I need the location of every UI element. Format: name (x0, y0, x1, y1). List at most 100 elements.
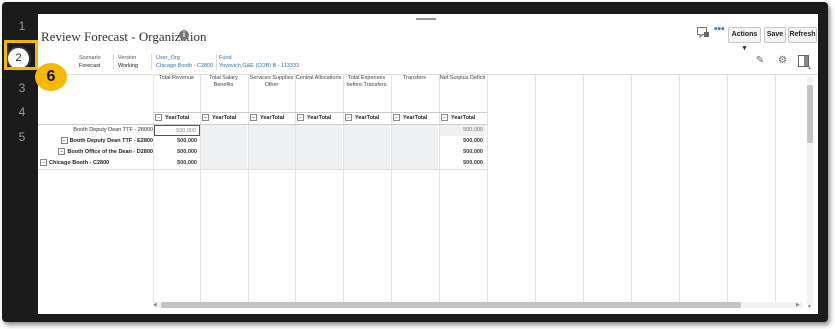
data-cell[interactable] (249, 158, 295, 169)
row-divider (38, 169, 487, 170)
data-cell[interactable] (201, 125, 247, 136)
row-label: − Booth Deputy Dean TTF - E2800 (60, 136, 153, 147)
horizontal-scrollbar[interactable] (153, 302, 803, 308)
data-cell-revenue[interactable]: 500,000 (154, 125, 200, 136)
save-button[interactable]: Save (764, 27, 786, 43)
period-header[interactable]: − YearTotal (393, 113, 427, 123)
step-4[interactable]: 4 (8, 105, 36, 119)
period-header[interactable]: − YearTotal (345, 113, 379, 123)
period-header[interactable]: − YearTotal (202, 113, 236, 123)
pov-fund-label: Fund (219, 55, 232, 61)
table-row: − Chicago Booth - C2800 500,000 500,000 (38, 158, 488, 169)
data-cell-net[interactable]: 500,000 (440, 136, 486, 147)
period-header[interactable]: − YearTotal (250, 113, 284, 123)
column-header-central-allocations[interactable]: Central Allocations (295, 75, 342, 82)
period-header[interactable]: − YearTotal (297, 113, 331, 123)
pov-fund[interactable]: Fund Yovovich,G&E (COB) B - 113333 (219, 54, 299, 70)
row-label: − Chicago Booth - C2800 (40, 158, 109, 169)
data-cell-revenue[interactable]: 500,000 (154, 158, 200, 169)
collapse-icon[interactable]: − (297, 114, 304, 122)
data-cell-net[interactable]: 500,000 (440, 125, 486, 136)
vertical-scrollbar[interactable] (807, 77, 813, 305)
step-1[interactable]: 1 (8, 19, 36, 33)
comment-icon[interactable] (697, 27, 709, 38)
collapse-icon[interactable]: − (393, 114, 400, 122)
edit-pencil-icon[interactable]: ✎ (756, 55, 764, 66)
period-header[interactable]: − YearTotal (155, 113, 189, 123)
data-cell[interactable] (201, 136, 247, 147)
data-cell[interactable] (392, 147, 438, 158)
data-cell[interactable] (344, 147, 390, 158)
horizontal-scroll-thumb[interactable] (161, 302, 741, 308)
scroll-left-arrow-icon[interactable]: ◀ (153, 302, 157, 308)
data-cell[interactable] (296, 147, 342, 158)
data-cell[interactable] (249, 125, 295, 136)
data-cell[interactable] (201, 158, 247, 169)
period-label: YearTotal (260, 115, 285, 121)
more-options-icon[interactable]: ••• (714, 24, 725, 35)
period-label: YearTotal (165, 115, 190, 121)
gear-icon[interactable]: ⚙ (778, 55, 787, 66)
column-header-services-supplies-other[interactable]: Services Supplies Other (248, 75, 295, 89)
collapse-icon[interactable]: − (202, 114, 209, 122)
step-5[interactable]: 5 (8, 130, 36, 144)
scroll-right-arrow-icon[interactable]: ▶ (796, 302, 800, 308)
row-label: − Booth Office of the Dean - D2800 (58, 147, 153, 158)
collapse-icon[interactable]: − (250, 114, 257, 122)
data-cell[interactable] (392, 125, 438, 136)
column-header-total-expenses[interactable]: Total Expenses before Transfers (343, 75, 390, 89)
pov-user-org[interactable]: User_Org Chicago Booth - C2800 (156, 54, 213, 70)
pov-version[interactable]: Version Working (118, 54, 138, 70)
data-cell-revenue[interactable]: 500,000 (154, 147, 200, 158)
scroll-up-arrow-icon[interactable]: ▲ (807, 65, 812, 71)
data-cell[interactable] (392, 158, 438, 169)
pov-divider (216, 54, 217, 70)
data-cell[interactable] (296, 125, 342, 136)
vertical-scroll-thumb[interactable] (807, 85, 813, 143)
grid-line (200, 75, 201, 305)
grid-line (679, 75, 680, 305)
pov-scenario-value: Forecast (79, 63, 101, 69)
refresh-button[interactable]: Refresh (788, 27, 817, 43)
row-label-text: Chicago Booth - C2800 (49, 160, 110, 166)
collapse-icon[interactable]: − (441, 114, 448, 122)
column-header-net-surplus-deficit[interactable]: Net Surplus Deficit (439, 75, 486, 82)
column-header-transfers[interactable]: Transfers (391, 75, 438, 82)
period-header[interactable]: − YearTotal (441, 113, 475, 123)
info-icon[interactable]: i (179, 30, 189, 40)
data-cell-net[interactable]: 500,000 (440, 158, 486, 169)
data-cell[interactable] (296, 158, 342, 169)
data-cell[interactable] (249, 147, 295, 158)
collapse-icon[interactable]: − (155, 114, 162, 122)
period-label: YearTotal (355, 115, 380, 121)
drag-handle[interactable] (416, 18, 436, 20)
expand-icon[interactable]: − (58, 148, 66, 156)
scroll-down-arrow-icon[interactable]: ▼ (807, 304, 812, 310)
period-label: YearTotal (307, 115, 332, 121)
callout-badge: 6 (35, 63, 67, 91)
pov-scenario-label: Scenario (79, 55, 101, 61)
app-frame: 1 2 3 4 5 6 Review Forecast - Organizati… (2, 2, 828, 322)
grid-line (248, 75, 249, 305)
data-cell[interactable] (201, 147, 247, 158)
data-cell-revenue[interactable]: 500,000 (154, 136, 200, 147)
data-cell[interactable] (344, 158, 390, 169)
collapse-icon[interactable]: − (345, 114, 352, 122)
expand-icon[interactable]: − (60, 137, 68, 145)
step-3[interactable]: 3 (8, 81, 36, 95)
pov-user-org-value: Chicago Booth - C2800 (156, 63, 214, 69)
data-cell[interactable] (392, 136, 438, 147)
column-header-total-revenue[interactable]: Total Revenue (153, 75, 200, 82)
row-label-text: Booth Deputy Dean TTF - E2800 (69, 138, 153, 144)
data-cell[interactable] (344, 136, 390, 147)
data-cell[interactable] (296, 136, 342, 147)
actions-menu-button[interactable]: Actions ▾ (728, 27, 761, 52)
data-cell-net[interactable]: 500,000 (440, 147, 486, 158)
data-cell[interactable] (249, 136, 295, 147)
pov-scenario[interactable]: Scenario Forecast (79, 54, 101, 70)
grid-line (775, 75, 776, 305)
pov-divider (113, 54, 114, 70)
data-cell[interactable] (344, 125, 390, 136)
column-header-total-salary-benefits[interactable]: Total Salary Benefits (200, 75, 247, 89)
expand-icon[interactable]: − (40, 159, 47, 167)
